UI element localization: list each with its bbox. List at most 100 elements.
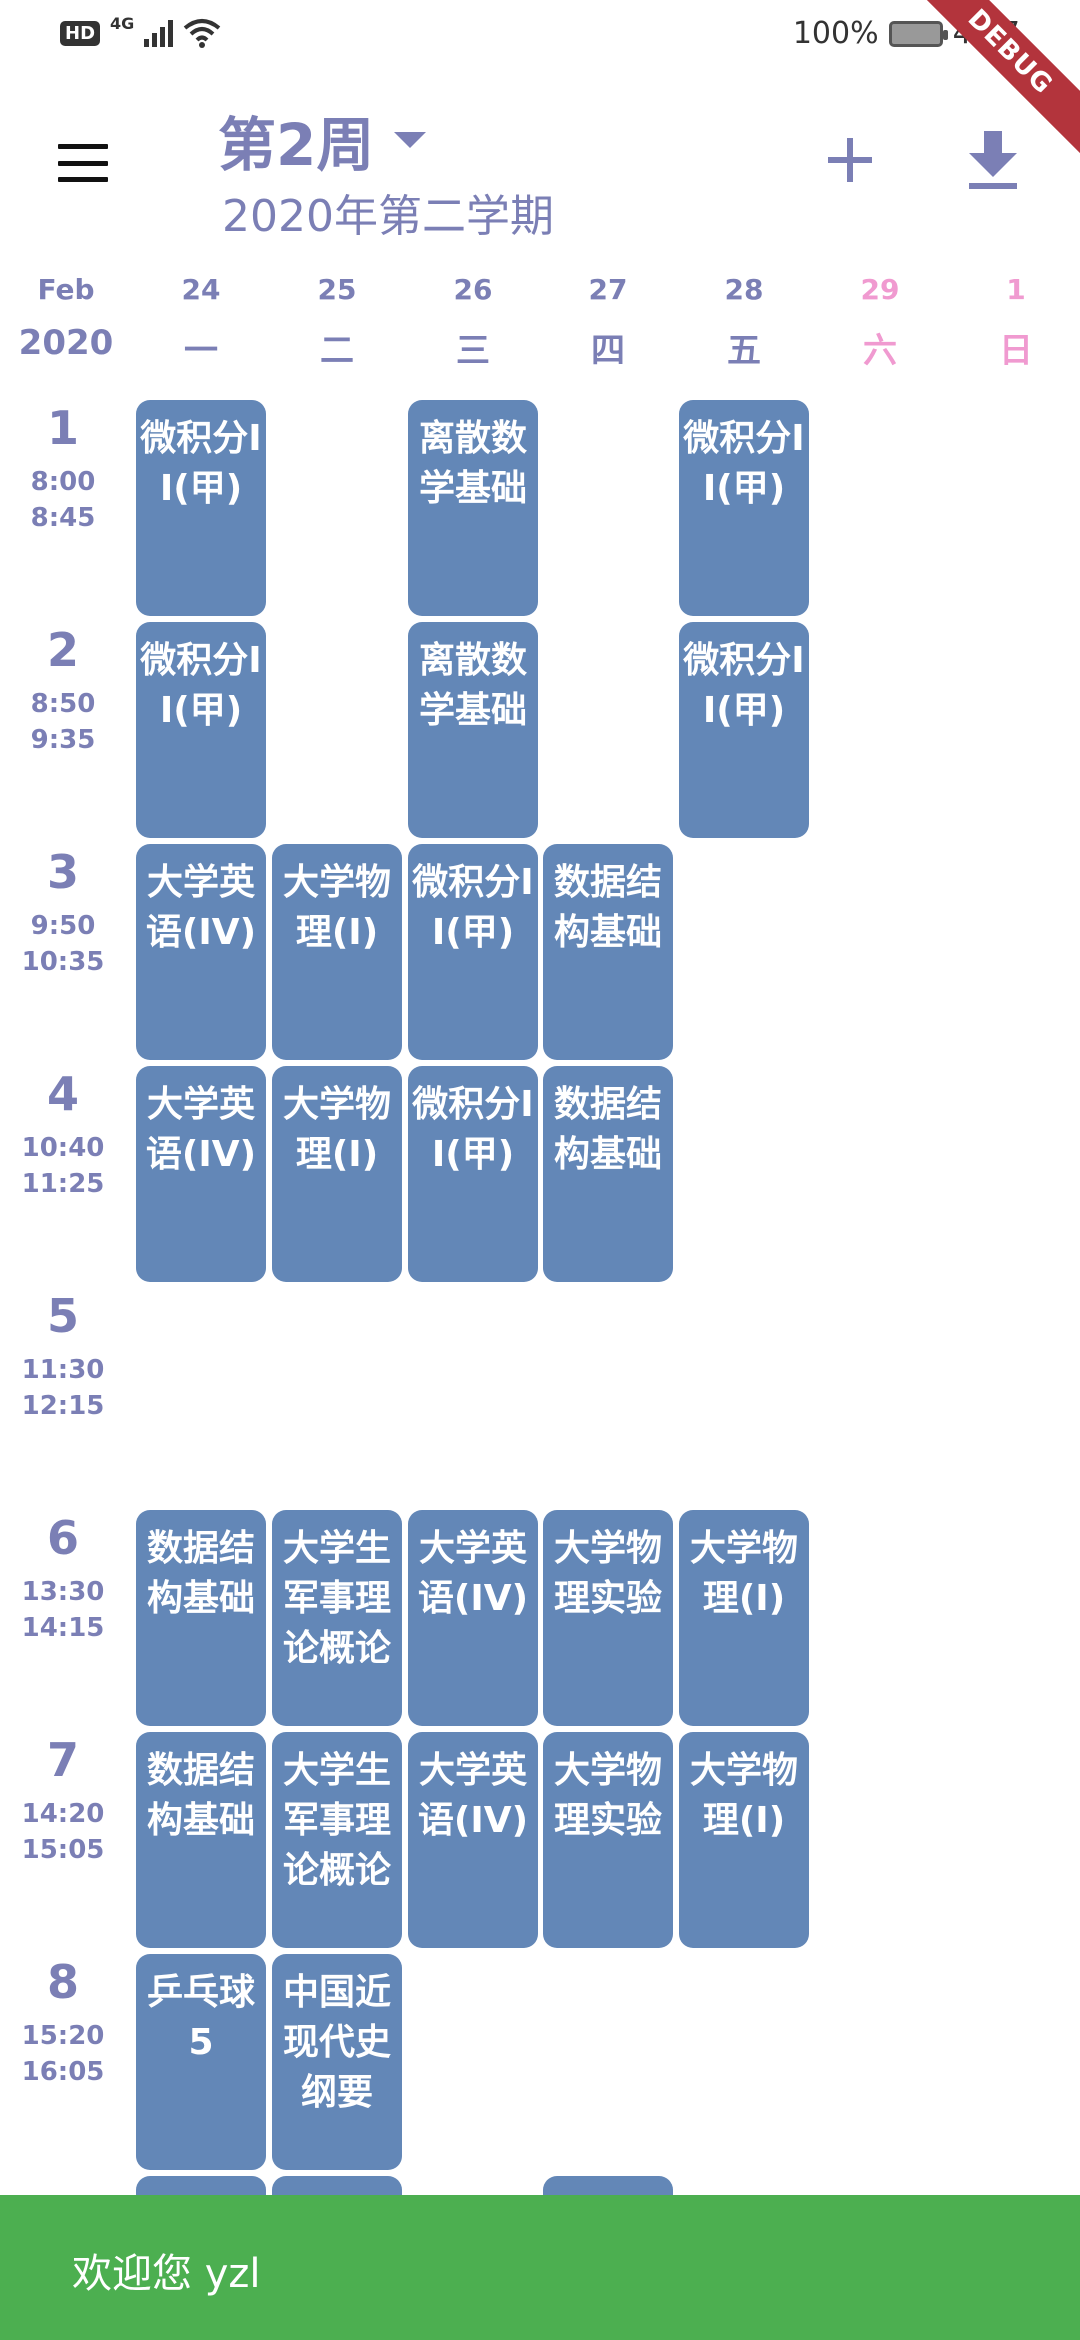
course-name: 数据结构基础 bbox=[146, 1750, 255, 1841]
course-name: 微积分II(甲) bbox=[412, 862, 534, 953]
period-label: 7 14:20 15:05 bbox=[0, 1734, 126, 1868]
period-number: 8 bbox=[46, 1955, 79, 2009]
period-label: 1 8:00 8:45 bbox=[0, 402, 126, 536]
period-end-time: 15:05 bbox=[21, 1835, 105, 1865]
course-cell[interactable]: 大学英语(IV) bbox=[136, 1066, 266, 1282]
course-name: 大学物理实验 bbox=[553, 1750, 662, 1841]
course-cell[interactable]: 大学物理实验 bbox=[543, 1510, 673, 1726]
course-cell[interactable]: 大学英语(IV) bbox=[136, 844, 266, 1060]
course-cell[interactable]: 大学生军事理论概论 bbox=[272, 1732, 402, 1948]
course-name: 微积分II(甲) bbox=[140, 418, 262, 509]
period-end-time: 8:45 bbox=[30, 503, 96, 533]
course-cell[interactable]: 数据结构基础 bbox=[543, 844, 673, 1060]
course-name: 大学英语(IV) bbox=[145, 1084, 257, 1175]
course-cell[interactable]: 离散数学基础 bbox=[408, 622, 538, 838]
course-name: 数据结构基础 bbox=[146, 1528, 255, 1619]
course-cell[interactable]: 大学物理(I) bbox=[272, 844, 402, 1060]
course-name: 微积分II(甲) bbox=[140, 640, 262, 731]
course-cell[interactable]: 离散数学基础 bbox=[408, 400, 538, 616]
snackbar-message: 欢迎您 yzl bbox=[72, 2251, 261, 2297]
semester-label: 2020年第二学期 bbox=[222, 191, 554, 242]
course-cell[interactable]: 大学生军事理论概论 bbox=[272, 1510, 402, 1726]
period-number: 4 bbox=[46, 1067, 79, 1121]
day-weekday: 三 bbox=[456, 331, 490, 371]
course-cell[interactable]: 大学物理(I) bbox=[272, 1066, 402, 1282]
period-end-time: 12:15 bbox=[21, 1391, 105, 1421]
course-name: 大学生军事理论概论 bbox=[282, 1528, 391, 1669]
course-cell[interactable]: 中国近现代史纲要 bbox=[272, 1954, 402, 2170]
course-name: 大学物理(I) bbox=[689, 1750, 798, 1841]
course-cell[interactable]: 大学物理(I) bbox=[679, 1732, 809, 1948]
day-date: 25 bbox=[317, 273, 357, 306]
signal-icon bbox=[144, 19, 174, 47]
course-cell[interactable]: 微积分II(甲) bbox=[408, 844, 538, 1060]
day-date: 27 bbox=[588, 273, 628, 306]
day-weekday: 一 bbox=[184, 331, 218, 371]
course-name: 大学物理(I) bbox=[282, 862, 391, 953]
period-label: 2 8:50 9:35 bbox=[0, 624, 126, 758]
course-name: 大学英语(IV) bbox=[417, 1528, 529, 1619]
course-name: 乒乓球5 bbox=[146, 1972, 255, 2063]
dropdown-caret-icon bbox=[394, 132, 427, 148]
course-name: 数据结构基础 bbox=[553, 862, 662, 953]
course-cell[interactable]: 数据结构基础 bbox=[136, 1510, 266, 1726]
course-name: 数据结构基础 bbox=[553, 1084, 662, 1175]
period-number: 2 bbox=[46, 623, 79, 677]
day-date: 26 bbox=[453, 273, 493, 306]
course-cell[interactable]: 大学英语(IV) bbox=[408, 1510, 538, 1726]
download-icon[interactable] bbox=[963, 125, 1023, 191]
course-cell[interactable]: 微积分II(甲) bbox=[679, 622, 809, 838]
week-title: 第2周 bbox=[218, 111, 375, 179]
period-start-time: 11:30 bbox=[21, 1355, 105, 1385]
period-start-time: 10:40 bbox=[21, 1133, 105, 1163]
month-label: Feb bbox=[37, 273, 95, 306]
period-label: 5 11:30 12:15 bbox=[0, 1290, 126, 1424]
day-weekday: 六 bbox=[863, 331, 897, 371]
course-cell[interactable]: 微积分II(甲) bbox=[408, 1066, 538, 1282]
day-column-header: 28 五 bbox=[679, 265, 809, 385]
status-left: HD 4G bbox=[60, 14, 221, 48]
period-end-time: 11:25 bbox=[21, 1169, 105, 1199]
period-end-time: 16:05 bbox=[21, 2057, 105, 2087]
period-number: 6 bbox=[46, 1511, 79, 1565]
course-cell[interactable]: 大学英语(IV) bbox=[408, 1732, 538, 1948]
menu-icon[interactable] bbox=[50, 138, 116, 188]
battery-icon bbox=[888, 20, 948, 47]
year-label: 2020 bbox=[18, 323, 114, 363]
network-type: 4G bbox=[110, 13, 135, 33]
period-number: 3 bbox=[46, 845, 79, 899]
period-number: 5 bbox=[46, 1289, 79, 1343]
course-name: 离散数学基础 bbox=[418, 640, 527, 731]
day-date: 1 bbox=[1006, 273, 1026, 306]
add-icon[interactable] bbox=[820, 130, 880, 190]
hd-badge: HD bbox=[60, 20, 101, 46]
course-name: 微积分II(甲) bbox=[683, 418, 805, 509]
course-cell[interactable]: 数据结构基础 bbox=[543, 1066, 673, 1282]
course-cell[interactable]: 微积分II(甲) bbox=[679, 400, 809, 616]
day-weekday: 四 bbox=[591, 331, 625, 371]
course-cell[interactable]: 乒乓球5 bbox=[136, 1954, 266, 2170]
period-start-time: 15:20 bbox=[21, 2021, 105, 2051]
period-start-time: 8:00 bbox=[30, 467, 96, 497]
snackbar: 欢迎您 yzl bbox=[0, 2195, 1080, 2340]
period-end-time: 10:35 bbox=[21, 947, 105, 977]
course-cell[interactable]: 微积分II(甲) bbox=[136, 400, 266, 616]
course-name: 大学物理实验 bbox=[553, 1528, 662, 1619]
day-column-header: 27 四 bbox=[543, 265, 673, 385]
course-cell[interactable]: 大学物理(I) bbox=[679, 1510, 809, 1726]
day-weekday: 二 bbox=[320, 331, 354, 371]
period-label: 4 10:40 11:25 bbox=[0, 1068, 126, 1202]
period-number: 7 bbox=[46, 1733, 79, 1787]
course-cell[interactable]: 微积分II(甲) bbox=[136, 622, 266, 838]
period-label: 8 15:20 16:05 bbox=[0, 1956, 126, 2090]
course-cell[interactable]: 数据结构基础 bbox=[136, 1732, 266, 1948]
period-label: 6 13:30 14:15 bbox=[0, 1512, 126, 1646]
week-selector[interactable]: 第2周 bbox=[218, 98, 427, 182]
course-cell[interactable]: 大学物理实验 bbox=[543, 1732, 673, 1948]
course-name: 大学英语(IV) bbox=[417, 1750, 529, 1841]
course-name: 微积分II(甲) bbox=[683, 640, 805, 731]
day-weekday: 日 bbox=[999, 331, 1033, 371]
day-column-header: 24 一 bbox=[136, 265, 266, 385]
wifi-icon bbox=[184, 19, 221, 48]
day-date: 29 bbox=[860, 273, 900, 306]
